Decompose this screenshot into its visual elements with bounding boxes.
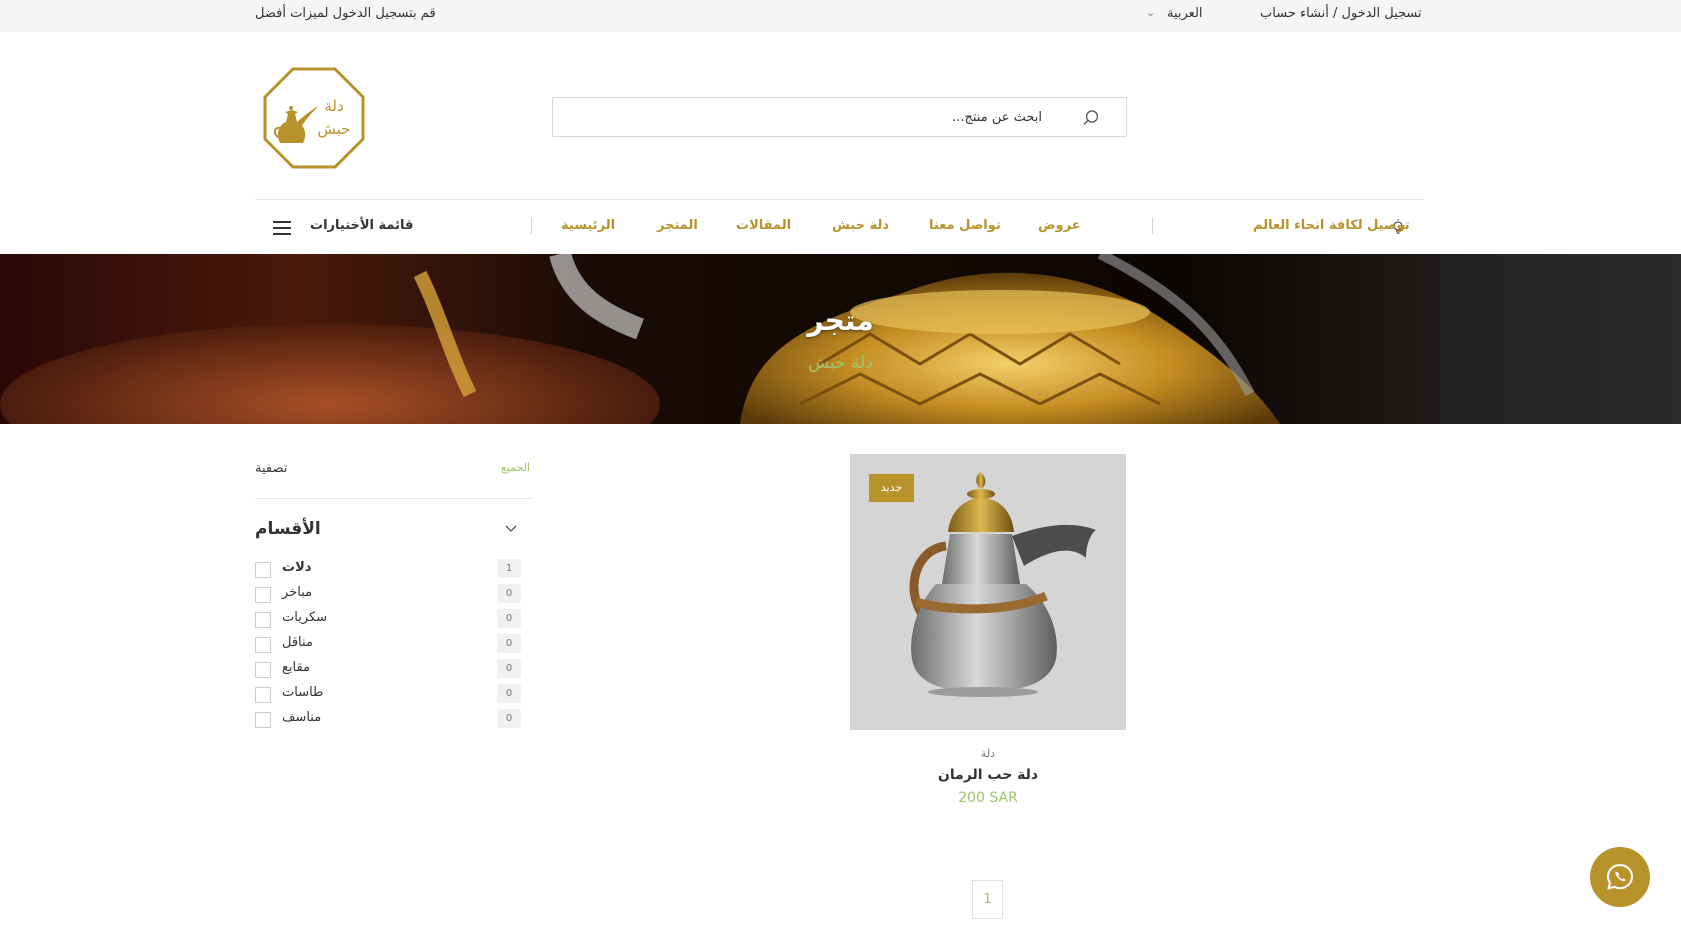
product-category[interactable]: دلة [850,747,1126,760]
chevron-down-icon: ⌄ [1146,6,1156,19]
product-price: 200 SAR [958,790,1018,806]
language-label: العربية [1167,6,1203,21]
category-name: سكريات [282,610,328,625]
category-filter-item[interactable]: مناسف 0 [255,709,533,729]
nav-item-dallah-habash[interactable]: دلة حبش [832,218,889,233]
chevron-down-icon[interactable] [504,523,518,533]
pagination-page-button[interactable]: 1 [972,880,1003,919]
product-name[interactable]: دلة حب الرمان [850,767,1126,783]
category-checkbox[interactable] [255,637,271,653]
whatsapp-icon [1606,863,1634,890]
page-title: متجر [807,304,874,337]
login-promo-text: قم بتسجيل الدخول لميزات أفضل [255,6,436,21]
category-count: 0 [497,684,521,703]
category-name: دلات [282,560,312,575]
search-icon[interactable] [1082,109,1100,127]
category-count: 0 [497,609,521,628]
category-count: 0 [497,584,521,603]
category-name: مناقل [282,635,313,650]
category-filter-item[interactable]: مقابع 0 [255,659,533,679]
category-filter-item[interactable]: دلات 1 [255,559,533,579]
category-checkbox[interactable] [255,687,271,703]
nav-item-contact[interactable]: تواصل معنا [929,218,1001,233]
category-count: 0 [497,659,521,678]
category-checkbox[interactable] [255,662,271,678]
category-checkbox[interactable] [255,612,271,628]
category-checkbox[interactable] [255,587,271,603]
nav-separator [531,218,532,234]
search-bar [552,97,1127,137]
search-input[interactable] [553,98,1126,136]
categories-heading: الأقسام [255,519,321,539]
category-count: 1 [497,559,521,578]
nav-item-home[interactable]: الرئيسية [561,218,615,233]
nav-separator [1152,218,1153,234]
category-count: 0 [497,634,521,653]
category-name: مناسف [282,710,322,725]
category-name: مقابع [282,660,311,675]
category-name: مباخر [282,585,313,600]
top-bar: تسجيل الدخول / أنشاء حساب ⌄ العربية قم ب… [0,0,1681,32]
nav-item-store[interactable]: المتجر [657,218,698,233]
whatsapp-chat-button[interactable] [1590,847,1650,907]
sidebar-divider [255,498,533,499]
language-selector[interactable]: ⌄ العربية [1146,6,1203,21]
category-filter-item[interactable]: سكريات 0 [255,609,533,629]
product-image[interactable]: جديد [850,454,1126,730]
category-filter-item[interactable]: مناقل 0 [255,634,533,654]
logo-text-line1: دلة [324,97,343,115]
site-logo[interactable]: دلة حبش [262,66,366,170]
category-count: 0 [497,709,521,728]
nav-item-articles[interactable]: المقالات [736,218,791,233]
category-name: طاسات [282,685,324,700]
breadcrumb[interactable]: دلة حبش [0,353,1681,373]
nav-item-offers[interactable]: عروض [1038,218,1081,233]
shipping-notice: توصيل لكافة انحاء العالم [1253,218,1410,233]
logo-text-line2: حبش [318,120,351,138]
main-nav: توصيل لكافة انحاء العالم عروض تواصل معنا… [0,200,1681,254]
options-menu-label[interactable]: قائمة الأختيارات [310,218,413,233]
category-filter-item[interactable]: طاسات 0 [255,684,533,704]
clear-all-filters-link[interactable]: الجميع [501,461,530,474]
hamburger-menu-icon[interactable] [273,221,291,235]
page-hero-banner: متجر دلة حبش [0,254,1681,424]
category-filter-item[interactable]: مباخر 0 [255,584,533,604]
login-register-link[interactable]: تسجيل الدخول / أنشاء حساب [1260,6,1422,21]
category-checkbox[interactable] [255,562,271,578]
logo-octagon: دلة حبش [263,67,365,169]
filter-label: تصفية [255,461,288,476]
hero-background-image [0,254,1681,424]
category-checkbox[interactable] [255,712,271,728]
new-badge: جديد [869,474,914,502]
